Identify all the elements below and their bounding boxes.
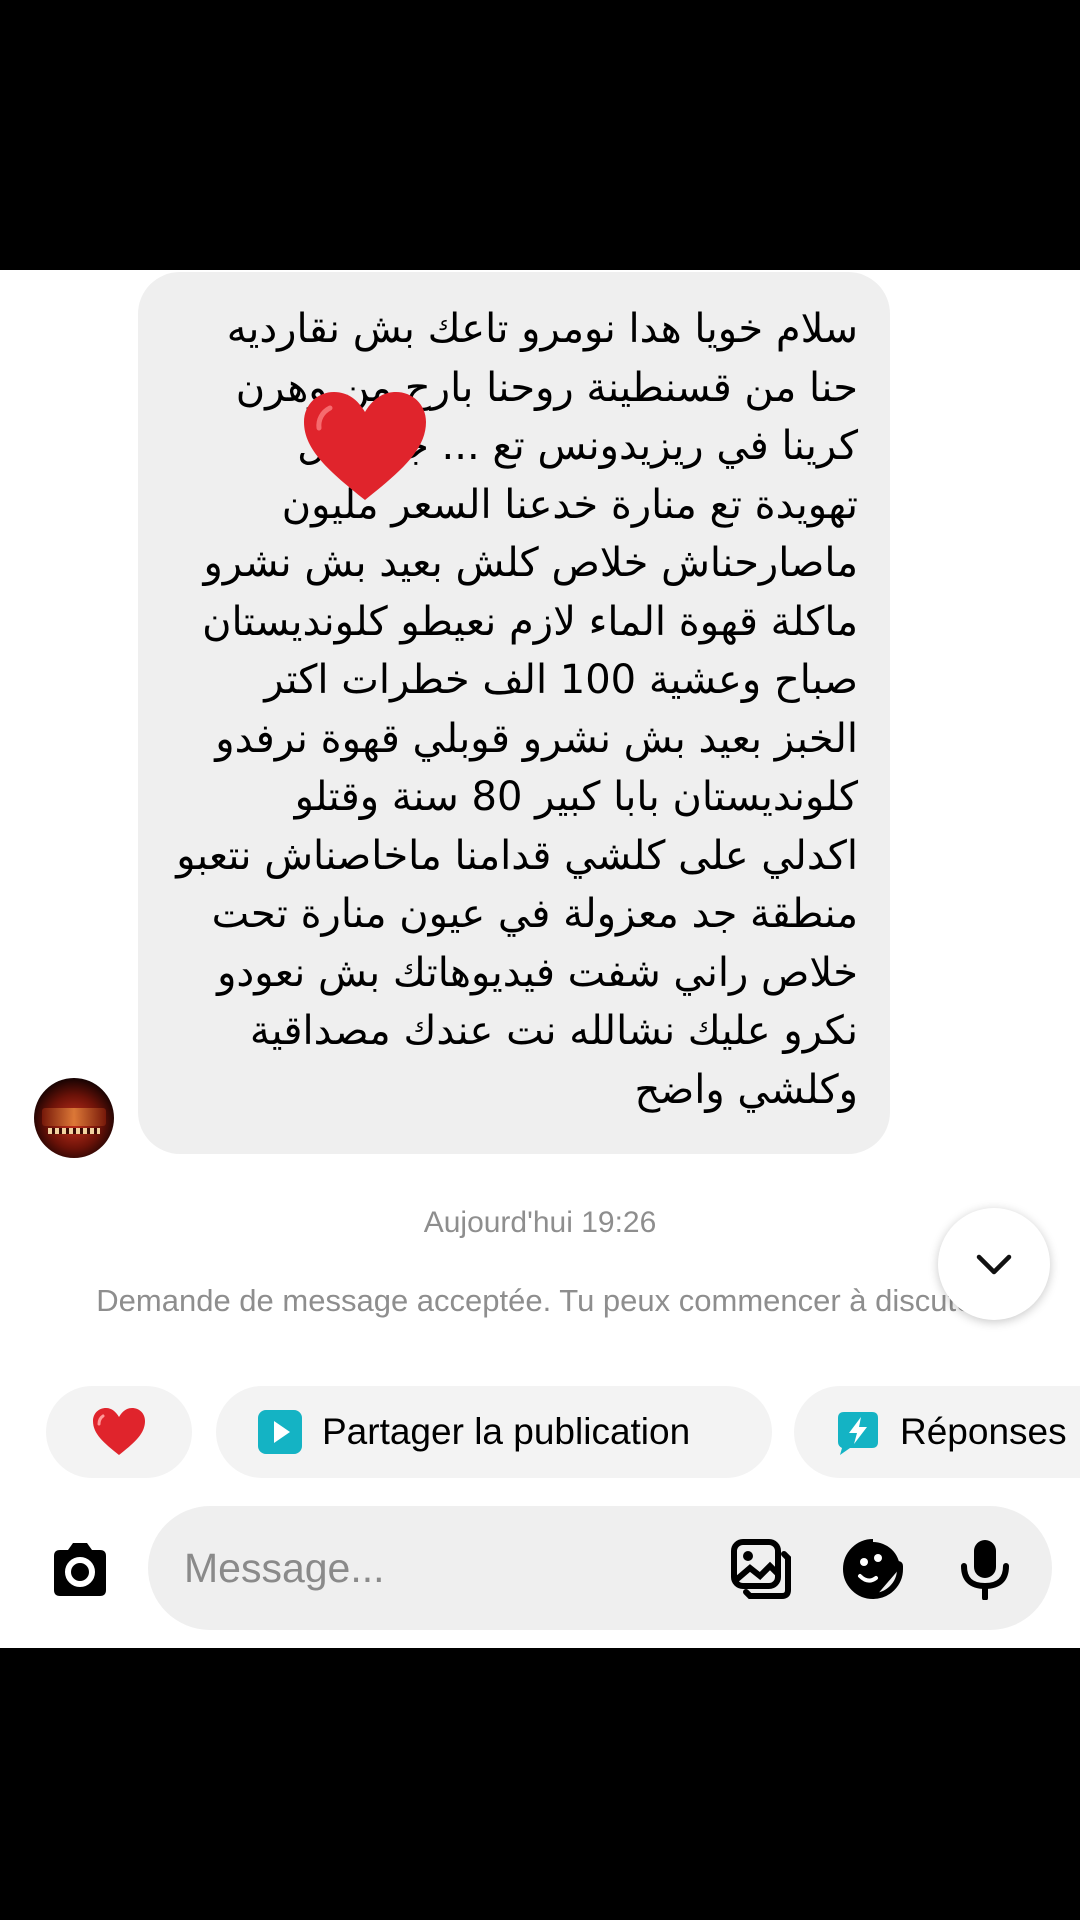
quick-replies-button[interactable]: Réponses — [794, 1386, 1080, 1478]
message-line: تهويدة تع منارة خدعنا السعر مليون — [281, 481, 858, 528]
message-line: نكرو عليك نشالله نت عندك مصداقية — [249, 1008, 858, 1054]
camera-button[interactable] — [46, 1536, 114, 1604]
avatar-image-detail — [48, 1128, 100, 1134]
sticker-icon[interactable] — [842, 1538, 904, 1600]
message-line: وكلشي واضح — [634, 1066, 858, 1113]
message-input[interactable]: Message... — [184, 1506, 385, 1630]
camera-icon — [54, 1543, 106, 1596]
play-square-icon — [258, 1410, 302, 1454]
lightning-chat-icon — [838, 1412, 878, 1455]
chat-screen: سلام خويا هدا نومرو تاعك بش نقارديه حنا … — [0, 270, 1080, 1648]
request-accepted-notice: Demande de message acceptée. Tu peux com… — [90, 1276, 990, 1328]
notice-text: Demande de message acceptée. Tu peux com… — [96, 1283, 984, 1318]
message-line: سلام خويا هدا نومرو تاعك بش نقارديه — [226, 306, 858, 352]
message-line: منطقة جد معزولة في عيون منارة تحت — [211, 891, 858, 937]
message-text: سلام خويا هدا نومرو تاعك بش نقارديه حنا … — [168, 300, 858, 1119]
message-timestamp: Aujourd'hui 19:26 — [423, 1206, 657, 1239]
message-line: الخبز بعيد بش نشرو قوبلي قهوة نرفدو — [215, 715, 858, 762]
quick-replies-label: Réponses — [900, 1411, 1067, 1452]
microphone-icon[interactable] — [954, 1538, 1016, 1600]
heart-icon — [93, 1408, 145, 1455]
chevron-down-icon — [976, 1254, 1012, 1275]
message-line: كرينا في ريزيدونس تع ... جاية فل — [297, 423, 858, 469]
gallery-icon[interactable] — [730, 1538, 792, 1600]
message-composer[interactable]: Message... — [148, 1506, 1052, 1630]
message-line: خلاص راني شفت فيديوهاتك بش نعودو — [217, 949, 858, 996]
sender-avatar[interactable] — [34, 1078, 114, 1158]
message-line: ماكلة قهوة الماء لازم نعيطو كلونديستان — [202, 598, 858, 645]
heart-sticker-icon — [304, 392, 426, 500]
message-line: كلونديستان بابا كبير 80 سنة وقتلو — [294, 774, 858, 820]
message-line: حنا من قسنطينة روحنا بارح من وهرن — [235, 364, 858, 411]
quick-heart-button[interactable] — [46, 1386, 192, 1478]
message-line: اكدلي على كلشي قدامنا ماخاصناش نتعبو — [176, 832, 858, 879]
message-line: ماصارحناش خلاص كلش بعيد بش نشرو — [203, 540, 858, 586]
share-publication-label: Partager la publication — [322, 1411, 691, 1452]
share-publication-button[interactable]: Partager la publication — [216, 1386, 772, 1478]
scroll-to-bottom-button[interactable] — [938, 1208, 1050, 1320]
message-line: صباح وعشية 100 الف خطرات اكتر — [264, 657, 858, 703]
avatar-image-detail — [42, 1108, 106, 1126]
